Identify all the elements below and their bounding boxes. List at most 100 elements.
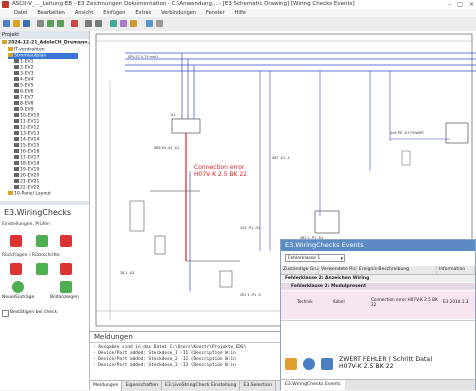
window-title: ASCII-V_..._Leitung EB - E3 Zeichnungen …	[12, 1, 355, 7]
confirm-checkbox[interactable]	[2, 310, 9, 317]
tree-item-label: 7-EV7	[20, 95, 34, 101]
tree-root-label: 2024-12-21_AdoleCH_Dremann...	[8, 40, 93, 46]
messages-title: Meldungen	[94, 333, 133, 341]
zoom-in-icon[interactable]	[85, 20, 92, 27]
show-images-label: Bildanzeigen	[50, 295, 79, 300]
sheet-icon	[14, 77, 19, 81]
open-icon[interactable]	[13, 20, 20, 27]
tree-item[interactable]: 10-Panel Layout	[8, 191, 51, 197]
menu-verbindungen[interactable]: Verbindungen	[161, 10, 196, 16]
event-rule: Kabel	[333, 299, 345, 304]
display-icon[interactable]	[60, 281, 72, 293]
sheet-icon	[14, 65, 19, 69]
filter-dropdown[interactable]: Fehlerklasse 1 ▾	[285, 254, 345, 262]
tree-item-label: 4-EV4	[20, 77, 34, 83]
panel-header-strip	[0, 201, 89, 205]
minimize-button[interactable]: –	[448, 1, 451, 8]
sheet-icon	[14, 59, 19, 63]
error-line-1: Connection error	[194, 164, 245, 171]
stop-icon[interactable]	[10, 235, 22, 247]
menu-bearbeiten[interactable]: Bearbeiten	[37, 10, 64, 16]
redo-icon[interactable]	[57, 20, 64, 27]
sheet-icon	[14, 179, 19, 183]
new-icon[interactable]	[3, 20, 10, 27]
run-icon[interactable]	[36, 235, 48, 247]
tree-item-label: Stromlaufplan	[14, 53, 47, 59]
print-icon[interactable]	[37, 20, 44, 27]
menu-fenster[interactable]: Fenster	[206, 10, 225, 16]
events-table-header: Zuständige Gruppe Verwendete Richtlinie …	[281, 266, 475, 275]
sheet-icon	[14, 83, 19, 87]
text-icon[interactable]	[130, 20, 137, 27]
tree-item-label: 2-EV2	[20, 65, 34, 71]
tree-item-label: 8-EV8	[20, 101, 34, 107]
filter-value: Fehlerklasse 1	[288, 256, 321, 261]
wrench-icon[interactable]	[285, 358, 297, 370]
wiring-events-window: E3.WiringChecks Events Fehlerklasse 1 ▾ …	[280, 239, 476, 390]
tree-item-label: 6-EV6	[20, 89, 34, 95]
menu-hilfe[interactable]: Hilfe	[235, 10, 246, 16]
col-description[interactable]: Ereignis-Beschreibung	[357, 266, 437, 274]
group-row[interactable]: Fehlerklasse 2: Anzeichen Wiring	[281, 275, 475, 282]
sheet-icon	[14, 185, 19, 189]
tree-item-label: 22-EV22	[20, 185, 40, 191]
events-divider	[281, 320, 475, 321]
tree-item-label: 14-EV14	[20, 137, 40, 143]
wire-icon[interactable]	[110, 20, 117, 27]
error-icon[interactable]	[10, 263, 22, 275]
cancel-icon[interactable]	[60, 235, 72, 247]
col-rule[interactable]: Verwendete Richtlinie	[319, 266, 357, 274]
export-icon[interactable]	[321, 358, 333, 370]
tree-item-label: 10-EV10	[20, 113, 40, 119]
tree-item-label: IT-verdrahten	[14, 47, 45, 53]
event-row[interactable]: Technik Kabel Connection error H07V-K 2.…	[281, 291, 475, 319]
event-group: Technik	[297, 299, 313, 304]
subgroup-row[interactable]: Fehlerklasse 2: Modulpresent	[281, 283, 475, 290]
maximize-button[interactable]: □	[457, 1, 463, 8]
tree-item-label: 13-EV13	[20, 131, 40, 137]
grid-icon[interactable]	[146, 20, 153, 27]
event-info: E3:2014.1.3	[443, 299, 469, 304]
menu-einfuegen[interactable]: Einfügen	[103, 10, 125, 16]
info-icon[interactable]	[303, 358, 315, 370]
sheet-icon	[14, 143, 19, 147]
events-tab-bar: E3.WiringChecks Events	[281, 379, 475, 390]
delete-icon[interactable]	[71, 20, 78, 27]
sheet-icon	[14, 155, 19, 159]
sheet-icon	[14, 173, 19, 177]
tree-item-label: 16-EV16	[20, 149, 40, 155]
events-title: E3.WiringChecks Events	[281, 240, 475, 251]
sheet-icon	[14, 149, 19, 153]
tree-item-label: 21-EV21	[20, 179, 40, 185]
tree-item-label: 9-EV9	[20, 107, 34, 113]
symbol-icon[interactable]	[120, 20, 127, 27]
sheet-icon	[14, 89, 19, 93]
refresh-icon[interactable]	[12, 281, 24, 293]
connection-error-label[interactable]: Connection error H07V-K 2.5 BK 22	[194, 164, 247, 178]
tab-events[interactable]: E3.WiringChecks Events	[281, 380, 345, 390]
tree-root[interactable]: 2024-12-21_AdoleCH_Dremann...	[2, 40, 93, 46]
confirm-checkbox-label: Bestätigen bei check	[10, 310, 58, 315]
folder-icon	[8, 53, 13, 57]
remove-icon[interactable]	[60, 263, 72, 275]
menu-datei[interactable]: Datei	[14, 10, 27, 16]
menu-extras[interactable]: Extras	[135, 10, 151, 16]
menu-ansicht[interactable]: Ansicht	[75, 10, 93, 16]
check-icon[interactable]	[36, 263, 48, 275]
sheet-icon	[14, 95, 19, 99]
tree-item-label: 3-EV3	[20, 71, 34, 77]
col-group[interactable]: Zuständige Gruppe	[281, 266, 319, 274]
save-icon[interactable]	[23, 20, 30, 27]
sheet-icon	[14, 137, 19, 141]
sheet-icon	[14, 161, 19, 165]
messages-list: - Ausgaben sind in das Datei C:\Users\Ko…	[93, 345, 246, 369]
undo-icon[interactable]	[47, 20, 54, 27]
folder-icon	[8, 47, 13, 51]
layer-icon[interactable]	[156, 20, 163, 27]
event-detail: ZWERT FEHLER ( Schritt Data) H07V-K 2.5 …	[339, 356, 433, 370]
tree-item-label: 15-EV15	[20, 143, 40, 149]
zoom-out-icon[interactable]	[95, 20, 102, 27]
col-info[interactable]: Information	[437, 266, 475, 274]
wiring-checks-panel: E3.WiringChecks Einstellungen, Prüfen Rü…	[0, 201, 90, 390]
close-button[interactable]: ×	[469, 1, 474, 8]
